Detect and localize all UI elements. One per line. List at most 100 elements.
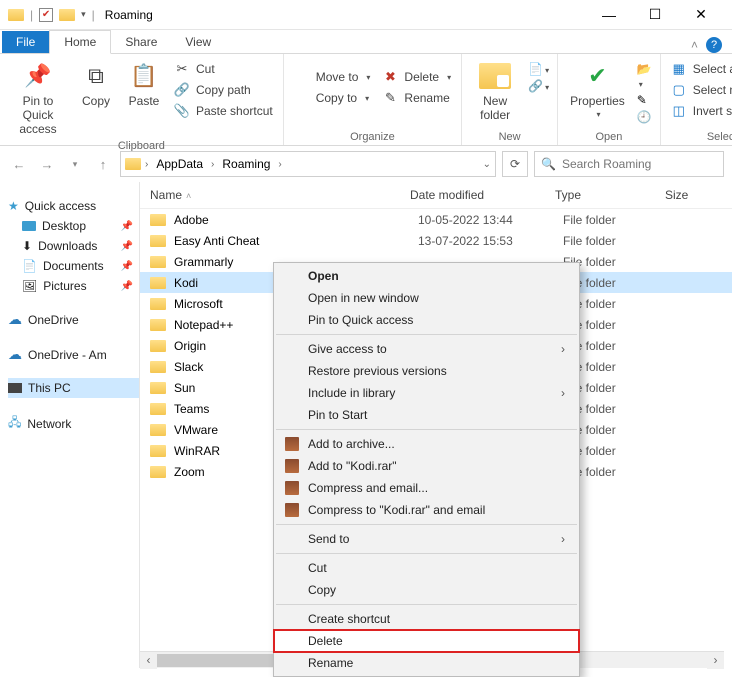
tab-share[interactable]: Share xyxy=(111,31,171,53)
collapse-ribbon-icon[interactable]: ˄ xyxy=(691,38,698,52)
pin-icon: 📌 xyxy=(121,241,133,252)
column-type[interactable]: Type xyxy=(555,188,665,202)
menu-pin-start[interactable]: Pin to Start xyxy=(274,404,579,426)
invert-selection-button[interactable]: ◫Invert selection xyxy=(669,102,732,120)
menu-include-library[interactable]: Include in library› xyxy=(274,382,579,404)
sidebar-item-this-pc[interactable]: This PC xyxy=(8,378,139,398)
up-button[interactable]: ↑ xyxy=(92,153,114,175)
scroll-left-button[interactable]: ‹ xyxy=(140,652,157,669)
move-to-button[interactable]: Move to▾ xyxy=(292,68,373,86)
sidebar-item-documents[interactable]: 📄Documents📌 xyxy=(8,256,139,276)
sidebar-label: Pictures xyxy=(43,279,86,293)
column-date[interactable]: Date modified xyxy=(410,188,555,202)
sidebar-item-pictures[interactable]: 🖼Pictures📌 xyxy=(8,276,139,296)
search-input[interactable] xyxy=(562,157,717,171)
menu-open-new-window[interactable]: Open in new window xyxy=(274,287,579,309)
downloads-icon: ⬇ xyxy=(22,239,32,253)
menu-add-archive[interactable]: Add to archive... xyxy=(274,433,579,455)
menu-create-shortcut[interactable]: Create shortcut xyxy=(274,608,579,630)
menu-send-to[interactable]: Send to› xyxy=(274,528,579,550)
pin-quick-access-button[interactable]: 📌 Pin to Quick access xyxy=(8,58,68,138)
menu-rename[interactable]: Rename xyxy=(274,652,579,674)
column-label: Type xyxy=(555,188,581,202)
sidebar-item-desktop[interactable]: Desktop📌 xyxy=(8,216,139,236)
column-name[interactable]: Name˄ xyxy=(150,188,410,202)
folder-icon xyxy=(150,340,166,352)
breadcrumb-item[interactable]: AppData xyxy=(152,155,207,173)
search-box[interactable]: 🔍 xyxy=(534,151,724,177)
column-size[interactable]: Size xyxy=(665,188,732,202)
row-name: Easy Anti Cheat xyxy=(174,234,418,248)
paste-shortcut-label: Paste shortcut xyxy=(196,104,273,118)
tab-home[interactable]: Home xyxy=(49,30,111,54)
back-button[interactable]: ← xyxy=(8,153,30,175)
new-item-icon[interactable]: 📄▾ xyxy=(528,62,549,76)
tab-file[interactable]: File xyxy=(2,31,49,53)
rename-button[interactable]: ✎Rename xyxy=(380,89,453,107)
copy-to-button[interactable]: Copy to▾ xyxy=(292,89,373,107)
refresh-button[interactable]: ⟳ xyxy=(502,151,528,177)
copy-path-button[interactable]: 🔗Copy path xyxy=(172,81,275,99)
maximize-button[interactable]: ☐ xyxy=(632,0,678,30)
folder-icon xyxy=(8,9,24,21)
forward-button[interactable]: → xyxy=(36,153,58,175)
chevron-down-icon: ▾ xyxy=(366,73,370,82)
select-all-button[interactable]: ▦Select all xyxy=(669,60,732,78)
menu-open[interactable]: Open xyxy=(274,265,579,287)
cut-label: Cut xyxy=(196,62,215,76)
menu-copy[interactable]: Copy xyxy=(274,579,579,601)
scroll-right-button[interactable]: › xyxy=(707,652,724,669)
easy-access-icon[interactable]: 🔗▾ xyxy=(528,79,549,93)
chevron-down-icon: ▾ xyxy=(365,94,369,103)
menu-pin-quick-access[interactable]: Pin to Quick access xyxy=(274,309,579,331)
sidebar-item-network[interactable]: 🖧Network xyxy=(8,410,139,437)
menu-give-access[interactable]: Give access to› xyxy=(274,338,579,360)
breadcrumb-item[interactable]: Roaming xyxy=(218,155,274,173)
menu-compress-email[interactable]: Compress and email... xyxy=(274,477,579,499)
cut-icon: ✂ xyxy=(174,61,190,77)
paste-button[interactable]: 📋 Paste xyxy=(124,58,164,110)
address-bar[interactable]: › AppData › Roaming › ⌄ xyxy=(120,151,496,177)
edit-icon[interactable]: ✎ xyxy=(637,93,652,107)
delete-button[interactable]: ✖Delete▾ xyxy=(380,68,453,86)
select-none-button[interactable]: ▢Select none xyxy=(669,81,732,99)
properties-button[interactable]: ✔ Properties ▾ xyxy=(566,58,629,121)
tab-view[interactable]: View xyxy=(171,31,225,53)
sidebar-label: This PC xyxy=(28,381,71,395)
close-button[interactable]: ✕ xyxy=(678,0,724,30)
copy-icon: ⧉ xyxy=(80,60,112,92)
menu-cut[interactable]: Cut xyxy=(274,557,579,579)
sidebar-item-quick-access[interactable]: ★Quick access xyxy=(8,196,139,216)
recent-dropdown[interactable]: ▾ xyxy=(64,153,86,175)
menu-add-kodi-rar[interactable]: Add to "Kodi.rar" xyxy=(274,455,579,477)
copy-label: Copy xyxy=(82,94,110,108)
sidebar-item-onedrive-am[interactable]: ☁OneDrive - Am xyxy=(8,343,139,366)
folder-icon xyxy=(150,235,166,247)
qat-dropdown-icon[interactable]: ▾ xyxy=(81,9,86,20)
qat-properties-icon[interactable]: ✔ xyxy=(39,8,53,22)
menu-label: Cut xyxy=(308,561,327,575)
menu-label: Add to archive... xyxy=(308,437,395,451)
cut-button[interactable]: ✂ Cut xyxy=(172,60,275,78)
menu-delete[interactable]: Delete xyxy=(274,630,579,652)
pin-icon: 📌 xyxy=(121,261,133,272)
open-icon[interactable]: 📂▾ xyxy=(637,62,652,90)
cloud-icon: ☁ xyxy=(8,311,22,328)
sidebar-item-downloads[interactable]: ⬇Downloads📌 xyxy=(8,236,139,256)
history-icon[interactable]: 🕘 xyxy=(637,110,652,124)
sidebar-item-onedrive[interactable]: ☁OneDrive xyxy=(8,308,139,331)
new-folder-button[interactable]: New folder xyxy=(470,58,520,124)
paste-shortcut-button[interactable]: 📎 Paste shortcut xyxy=(172,102,275,120)
table-row[interactable]: Adobe10-05-2022 13:44File folder xyxy=(140,209,732,230)
address-dropdown-icon[interactable]: ⌄ xyxy=(483,159,491,170)
desktop-icon xyxy=(22,221,36,231)
copy-button[interactable]: ⧉ Copy xyxy=(76,58,116,110)
separator: | xyxy=(30,8,33,22)
menu-restore-versions[interactable]: Restore previous versions xyxy=(274,360,579,382)
folder-icon xyxy=(150,214,166,226)
paste-shortcut-icon: 📎 xyxy=(174,103,190,119)
minimize-button[interactable]: — xyxy=(586,0,632,30)
table-row[interactable]: Easy Anti Cheat13-07-2022 15:53File fold… xyxy=(140,230,732,251)
menu-compress-rar-email[interactable]: Compress to "Kodi.rar" and email xyxy=(274,499,579,521)
help-icon[interactable]: ? xyxy=(706,37,722,53)
